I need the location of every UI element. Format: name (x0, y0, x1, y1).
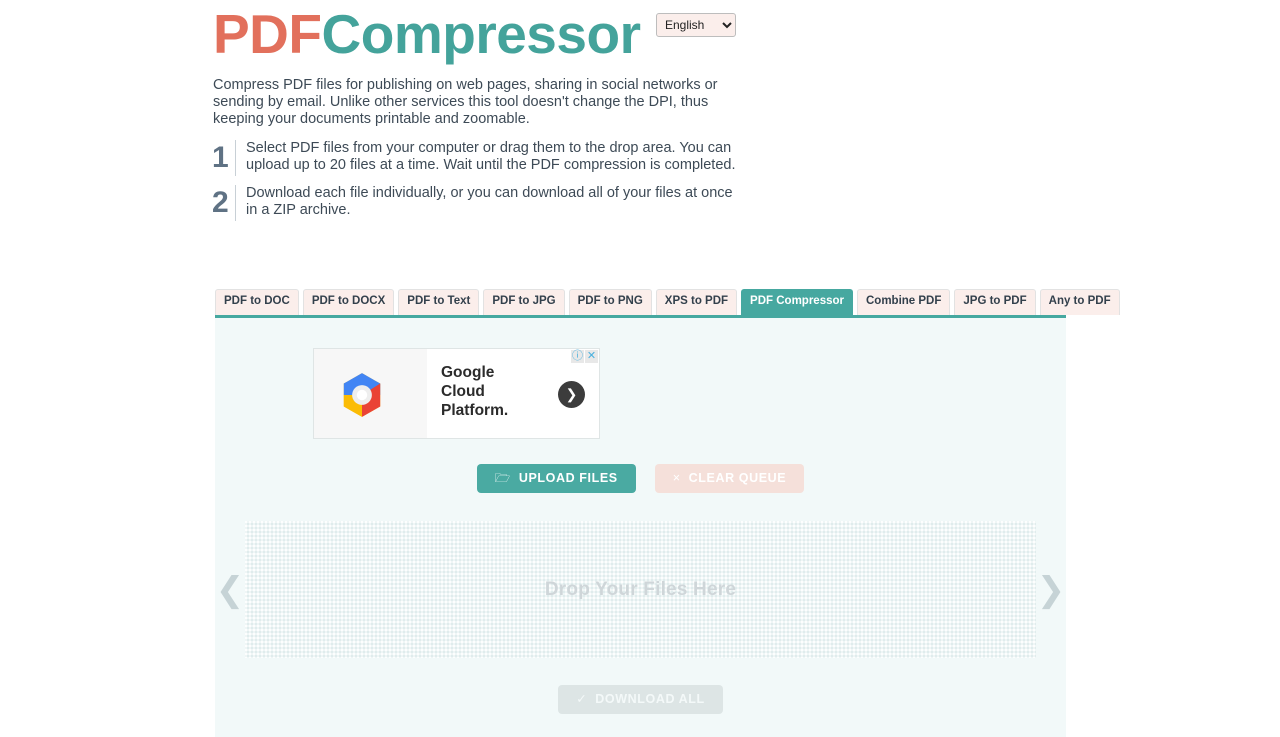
dropzone-label: Drop Your Files Here (544, 578, 737, 600)
ad-info-icon[interactable]: ⓘ (571, 350, 584, 363)
ad-close-icon[interactable]: ✕ (585, 350, 598, 363)
dropzone-carousel: ❮ Drop Your Files Here ❯ (215, 521, 1066, 658)
page-root: PDFCompressor English Compress PDF files… (0, 0, 1280, 737)
tab-pdf-to-text[interactable]: PDF to Text (398, 289, 480, 315)
tool-panel: Google Cloud Platform. ❯ ⓘ ✕ 🗁 UPLOAD FIL… (215, 315, 1066, 737)
step-text: Download each file individually, or you … (235, 185, 747, 221)
ad-headline-line1: Google (441, 364, 495, 381)
tab-pdf-to-png[interactable]: PDF to PNG (568, 289, 652, 315)
tab-pdf-to-doc[interactable]: PDF to DOC (215, 289, 299, 315)
step-item: 2 Download each file individually, or yo… (212, 185, 747, 221)
tab-pdf-to-docx[interactable]: PDF to DOCX (302, 289, 395, 315)
logo-text-pdf: PDF (213, 3, 322, 65)
ad-next-arrow-icon[interactable]: ❯ (558, 381, 585, 408)
cross-icon: × (672, 471, 681, 485)
download-all-row: ✓ DOWNLOAD ALL (215, 685, 1066, 714)
tab-pdf-compressor[interactable]: PDF Compressor (741, 289, 853, 315)
ad-inner: Google Cloud Platform. ❯ ⓘ ✕ (314, 349, 599, 438)
tab-jpg-to-pdf[interactable]: JPG to PDF (954, 289, 1036, 315)
site-header: PDFCompressor English (213, 4, 1073, 66)
tool-tabs: PDF to DOC PDF to DOCX PDF to Text PDF t… (215, 289, 1120, 315)
language-select[interactable]: English (656, 13, 736, 37)
ad-controls: ⓘ ✕ (571, 350, 598, 363)
upload-files-button[interactable]: 🗁 UPLOAD FILES (476, 464, 636, 493)
google-cloud-platform-logo-icon (343, 373, 381, 417)
folder-open-icon: 🗁 (494, 471, 511, 485)
tab-pdf-to-jpg[interactable]: PDF to JPG (483, 289, 565, 315)
step-text: Select PDF files from your computer or d… (235, 140, 747, 176)
site-logo: PDFCompressor (213, 3, 641, 65)
step-item: 1 Select PDF files from your computer or… (212, 140, 747, 176)
tab-any-to-pdf[interactable]: Any to PDF (1039, 289, 1120, 315)
advertisement-banner[interactable]: Google Cloud Platform. ❯ ⓘ ✕ (313, 348, 600, 439)
step-number: 2 (212, 186, 229, 219)
carousel-prev-icon[interactable]: ❮ (215, 573, 245, 607)
logo-text-compressor: Compressor (321, 3, 641, 65)
clear-queue-button[interactable]: × CLEAR QUEUE (654, 464, 805, 493)
upload-files-label: UPLOAD FILES (518, 471, 618, 485)
steps-list: 1 Select PDF files from your computer or… (212, 140, 747, 230)
intro-paragraph: Compress PDF files for publishing on web… (213, 77, 718, 127)
action-buttons: 🗁 UPLOAD FILES × CLEAR QUEUE (215, 464, 1066, 493)
step-number: 1 (212, 141, 229, 174)
check-icon: ✓ (576, 692, 588, 706)
download-all-button[interactable]: ✓ DOWNLOAD ALL (558, 685, 723, 714)
tab-xps-to-pdf[interactable]: XPS to PDF (655, 289, 738, 315)
ad-headline: Google Cloud Platform. (441, 363, 508, 420)
clear-queue-label: CLEAR QUEUE (688, 471, 787, 485)
ad-headline-line2: Cloud (441, 383, 485, 400)
ad-headline-line3: Platform. (441, 402, 509, 419)
file-dropzone[interactable]: Drop Your Files Here (245, 521, 1036, 658)
carousel-next-icon[interactable]: ❯ (1036, 573, 1066, 607)
tab-combine-pdf[interactable]: Combine PDF (856, 289, 951, 315)
download-all-label: DOWNLOAD ALL (595, 692, 705, 706)
